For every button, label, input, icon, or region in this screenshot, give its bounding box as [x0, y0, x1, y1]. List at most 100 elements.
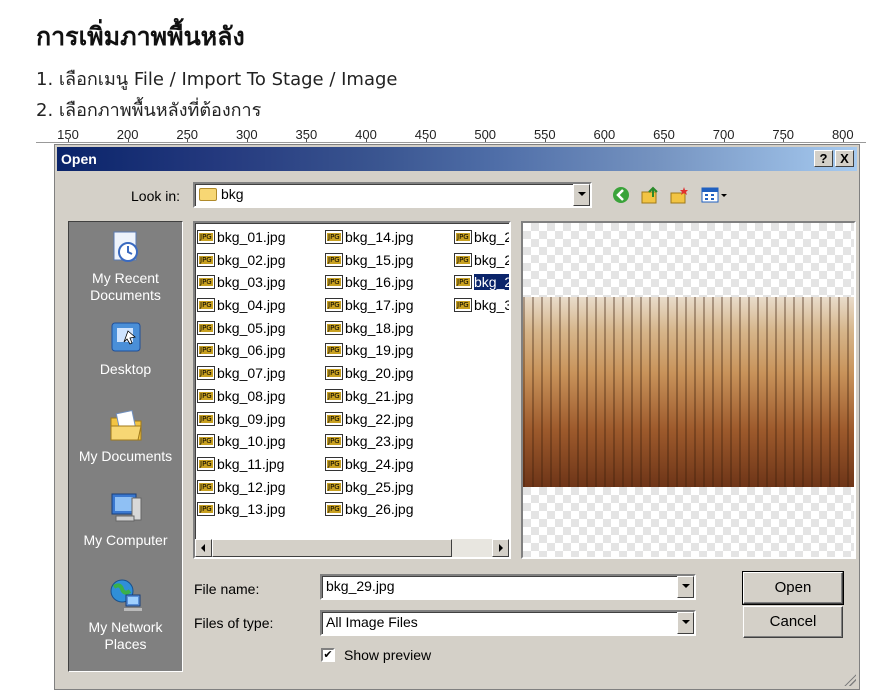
help-button[interactable]: ?: [814, 150, 833, 167]
place-my-computer[interactable]: My Computer: [69, 490, 182, 549]
scroll-right-button[interactable]: [492, 539, 509, 557]
file-item[interactable]: bkg_23.jpg: [325, 431, 414, 454]
files-of-type-dropdown[interactable]: All Image Files: [320, 610, 696, 636]
file-item[interactable]: bkg_11.jpg: [197, 454, 286, 477]
jpg-file-icon: [197, 320, 215, 335]
file-item[interactable]: bkg_2: [454, 227, 509, 250]
ruler-tick: [842, 138, 844, 142]
open-button[interactable]: Open: [742, 571, 844, 605]
jpg-file-icon: [325, 320, 343, 335]
close-button[interactable]: X: [835, 150, 854, 167]
file-item[interactable]: bkg_13.jpg: [197, 499, 286, 522]
files-of-type-dropdown-arrow[interactable]: [677, 612, 694, 634]
jpg-file-icon: [197, 230, 215, 244]
file-name: bkg_17.jpg: [345, 297, 414, 314]
file-item[interactable]: bkg_17.jpg: [325, 295, 414, 318]
file-item[interactable]: bkg_3: [454, 295, 511, 318]
file-name: bkg_03.jpg: [217, 274, 286, 291]
ruler-tick: [68, 138, 69, 142]
file-item[interactable]: bkg_03.jpg: [197, 272, 286, 295]
file-name: bkg_23.jpg: [345, 433, 414, 450]
file-item[interactable]: bkg_06.jpg: [197, 340, 286, 363]
file-item[interactable]: bkg_14.jpg: [325, 227, 414, 250]
jpg-file-icon: [325, 456, 343, 471]
file-name: bkg_01.jpg: [217, 229, 286, 245]
instruction-step-2: 2. เลือกภาพพื้นหลังที่ต้องการ: [36, 100, 262, 121]
back-icon[interactable]: [610, 185, 632, 207]
dialog-titlebar[interactable]: Open ? X: [57, 147, 857, 171]
file-item[interactable]: bkg_22.jpg: [325, 409, 414, 432]
jpg-file-icon: [454, 230, 472, 244]
jpg-file-icon: [197, 434, 215, 449]
place-desktop[interactable]: Desktop: [69, 319, 182, 378]
cancel-button[interactable]: Cancel: [743, 606, 843, 638]
file-item[interactable]: bkg_12.jpg: [197, 477, 286, 500]
up-folder-icon[interactable]: [639, 185, 661, 207]
instruction-step-1: 1. เลือกเมนู File / Import To Stage / Im…: [36, 69, 398, 90]
place-my-network-places[interactable]: My Network Places: [69, 577, 182, 653]
file-list-scrollbar[interactable]: [195, 539, 509, 557]
file-item[interactable]: bkg_07.jpg: [197, 363, 286, 386]
file-name-label: File name:: [194, 581, 260, 597]
ruler-tick: [127, 138, 129, 142]
file-item[interactable]: bkg_05.jpg: [197, 318, 286, 341]
ruler-tick: [425, 138, 427, 142]
image-preview: [521, 221, 856, 559]
document-title: การเพิ่มภาพพื้นหลัง: [36, 22, 245, 51]
file-name: bkg_07.jpg: [217, 365, 286, 382]
file-name-field[interactable]: bkg_29.jpg: [320, 574, 696, 600]
show-preview-checkbox[interactable]: ✔: [321, 648, 335, 662]
jpg-file-icon: [197, 456, 215, 471]
file-item[interactable]: bkg_20.jpg: [325, 363, 414, 386]
scroll-left-button[interactable]: [195, 539, 212, 557]
place-recent-documents[interactable]: My Recent Documents: [69, 228, 182, 304]
jpg-file-icon: [325, 230, 343, 244]
file-item[interactable]: bkg_19.jpg: [325, 340, 414, 363]
view-menu-icon[interactable]: [700, 185, 730, 207]
file-item[interactable]: bkg_01.jpg: [197, 227, 286, 250]
place-label: My Network Places: [88, 619, 163, 652]
place-my-documents[interactable]: My Documents: [69, 406, 182, 465]
file-item[interactable]: bkg_18.jpg: [325, 318, 414, 341]
file-item[interactable]: bkg_10.jpg: [197, 431, 286, 454]
file-item[interactable]: bkg_2: [454, 272, 511, 295]
file-item[interactable]: bkg_24.jpg: [325, 454, 414, 477]
jpg-file-icon: [197, 479, 215, 494]
file-item[interactable]: bkg_04.jpg: [197, 295, 286, 318]
file-item[interactable]: bkg_09.jpg: [197, 409, 286, 432]
look-in-dropdown[interactable]: bkg: [193, 182, 592, 208]
file-name: bkg_26.jpg: [345, 501, 414, 518]
file-item[interactable]: bkg_2: [454, 250, 509, 273]
file-item[interactable]: bkg_15.jpg: [325, 250, 414, 273]
file-item[interactable]: bkg_21.jpg: [325, 386, 414, 409]
file-name-dropdown-arrow[interactable]: [677, 576, 694, 598]
file-item[interactable]: bkg_02.jpg: [197, 250, 286, 273]
file-name: bkg_05.jpg: [217, 319, 286, 336]
my-computer-icon: [108, 490, 144, 528]
jpg-file-icon: [325, 388, 343, 403]
jpg-file-icon: [325, 434, 343, 449]
ruler-tick: [306, 138, 308, 142]
file-item[interactable]: bkg_26.jpg: [325, 499, 414, 522]
file-item[interactable]: bkg_25.jpg: [325, 477, 414, 500]
jpg-file-icon: [325, 502, 343, 517]
jpg-file-icon: [325, 411, 343, 426]
new-folder-icon[interactable]: [668, 185, 690, 207]
file-list[interactable]: bkg_01.jpg bkg_02.jpg bkg_03.jpg bkg_04.jpg…: [193, 221, 511, 559]
file-item[interactable]: bkg_16.jpg: [325, 272, 414, 295]
jpg-file-icon: [197, 502, 215, 517]
place-label: My Recent Documents: [90, 270, 161, 303]
file-name: bkg_2: [474, 274, 511, 291]
file-name: bkg_02.jpg: [217, 251, 286, 268]
files-of-type-value: All Image Files: [326, 614, 418, 630]
ruler-tick: [366, 138, 367, 142]
look-in-dropdown-arrow[interactable]: [573, 184, 590, 206]
ruler-tick: [783, 138, 785, 142]
network-places-icon: [108, 577, 144, 615]
file-item[interactable]: bkg_08.jpg: [197, 386, 286, 409]
show-preview-label: Show preview: [344, 647, 432, 663]
resize-grip[interactable]: [844, 674, 856, 686]
file-name-value: bkg_29.jpg: [326, 578, 395, 594]
scroll-thumb[interactable]: [212, 539, 452, 557]
file-name: bkg_3: [474, 297, 511, 314]
